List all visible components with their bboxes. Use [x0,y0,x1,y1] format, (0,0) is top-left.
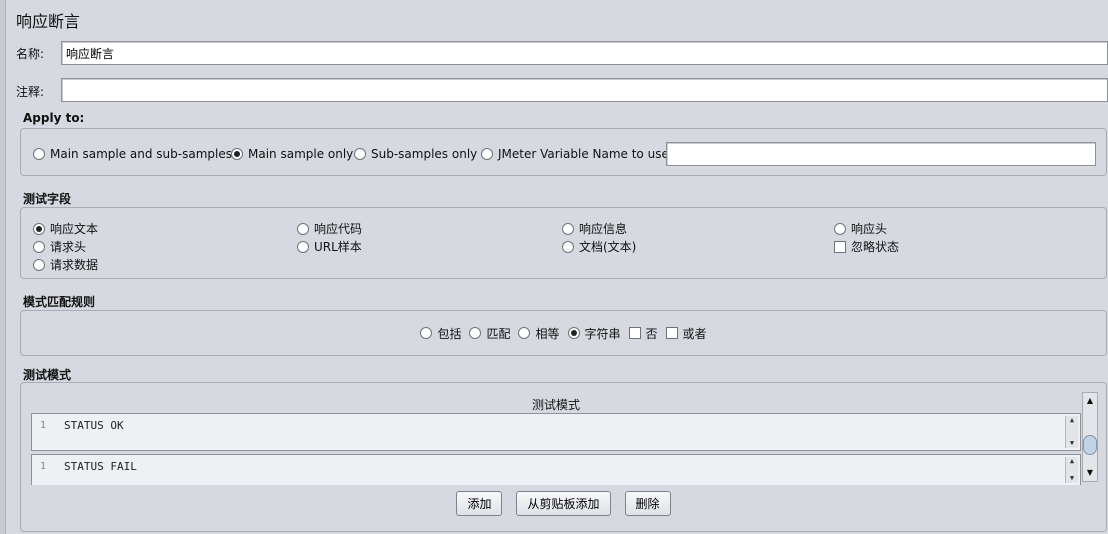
test-field-document-text[interactable]: 文档(文本) [562,238,636,255]
option-label: Sub-samples only [371,147,478,161]
add-from-clipboard-button[interactable]: 从剪贴板添加 [516,491,611,516]
option-label: 请求数据 [50,258,99,272]
match-matches[interactable]: 匹配 [469,325,510,342]
comment-input[interactable] [61,78,1108,102]
test-field-response-headers[interactable]: 响应头 [834,220,887,237]
option-label: 响应代码 [314,222,363,236]
row-scrollbar[interactable]: ▲ ▼ [1065,416,1078,448]
match-substring[interactable]: 字符串 [567,325,621,342]
option-label: 匹配 [486,326,511,341]
radio-icon[interactable] [518,327,531,339]
comment-label: 注释: [16,85,45,99]
match-equals[interactable]: 相等 [518,325,560,342]
name-label: 名称: [16,47,45,61]
match-rule-options: 包括 匹配 相等 字符串 否 或者 [21,311,1106,355]
option-label: 包括 [437,326,462,341]
test-field-response-text[interactable]: 响应文本 [33,220,98,237]
option-label: JMeter Variable Name to use [498,147,669,161]
scroll-down-icon[interactable]: ▼ [1066,439,1078,448]
apply-jmeter-variable-option[interactable]: JMeter Variable Name to use [481,147,669,161]
patterns-column-header: 测试模式 [531,398,580,412]
option-label: 否 [645,326,658,341]
option-label: 相等 [535,326,560,341]
pattern-text[interactable]: STATUS FAIL [64,460,137,473]
name-input[interactable] [61,41,1108,65]
checkbox-icon[interactable] [834,240,846,253]
option-label: Main sample and sub-samples [50,147,232,161]
test-field-request-headers[interactable]: 请求头 [33,238,86,255]
add-button[interactable]: 添加 [456,491,503,516]
option-label: 文档(文本) [579,240,637,254]
apply-main-only-option[interactable]: Main sample only [231,147,353,161]
radio-selected-icon[interactable] [567,327,580,339]
test-field-response-code[interactable]: 响应代码 [297,220,362,237]
scroll-up-icon[interactable]: ▲ [1066,457,1078,466]
match-rule-group: 包括 匹配 相等 字符串 否 或者 [20,310,1107,356]
option-label: URL样本 [314,240,362,254]
patterns-title: 测试模式 [23,368,72,382]
match-or[interactable]: 或者 [665,325,707,342]
test-field-title: 测试字段 [23,192,72,206]
match-not[interactable]: 否 [628,325,658,342]
checkbox-icon[interactable] [665,327,678,339]
pattern-row-editor[interactable]: 1 STATUS FAIL ▲ ▼ [31,454,1081,485]
radio-selected-icon[interactable] [231,148,243,160]
line-number: 1 [40,420,47,431]
option-label: 响应文本 [50,222,99,236]
radio-icon[interactable] [562,240,574,253]
test-field-group: 响应文本 响应代码 响应信息 响应头 请求头 URL样本 文档(文本) 忽略状态… [20,207,1107,279]
test-field-ignore-status[interactable]: 忽略状态 [834,238,899,255]
option-label: Main sample only [248,147,354,161]
radio-icon[interactable] [481,148,493,160]
option-label: 字符串 [584,326,621,341]
scroll-thumb[interactable] [1083,435,1097,455]
apply-to-group: Main sample and sub-samples Main sample … [20,128,1107,176]
radio-icon[interactable] [297,240,309,253]
option-label: 请求头 [50,240,87,254]
scroll-down-icon[interactable]: ▼ [1066,474,1078,483]
radio-icon[interactable] [420,327,433,339]
radio-icon[interactable] [354,148,366,160]
radio-icon[interactable] [834,222,846,235]
pattern-row-editor[interactable]: 1 STATUS OK ▲ ▼ [31,413,1081,451]
patterns-group: 测试模式 1 STATUS OK ▲ ▼ 1 STATUS FAIL ▲ ▼ 添… [20,382,1107,532]
option-label: 或者 [682,326,707,341]
window-edge [0,0,6,534]
panel-title: 响应断言 [16,12,81,31]
radio-icon[interactable] [33,240,45,253]
radio-icon[interactable] [562,222,574,235]
test-field-response-message[interactable]: 响应信息 [562,220,627,237]
scroll-up-icon[interactable]: ▲ [1084,395,1096,407]
test-field-url-sampled[interactable]: URL样本 [297,238,362,255]
scroll-down-icon[interactable]: ▼ [1084,467,1096,479]
apply-sub-only-option[interactable]: Sub-samples only [354,147,477,161]
checkbox-icon[interactable] [628,327,641,339]
radio-icon[interactable] [33,148,45,160]
row-scrollbar[interactable]: ▲ ▼ [1065,457,1078,483]
line-number: 1 [40,461,47,472]
option-label: 忽略状态 [851,240,900,254]
match-contains[interactable]: 包括 [420,325,461,342]
delete-button[interactable]: 删除 [624,491,671,516]
test-field-request-data[interactable]: 请求数据 [33,256,98,273]
option-label: 响应信息 [579,222,628,236]
match-rule-title: 模式匹配规则 [23,295,96,309]
radio-icon[interactable] [469,327,482,339]
radio-icon[interactable] [33,258,45,271]
option-label: 响应头 [851,222,888,236]
patterns-vertical-scrollbar[interactable]: ▲ ▼ [1082,392,1098,482]
jmeter-variable-input[interactable] [666,142,1096,166]
patterns-button-bar: 添加 从剪贴板添加 删除 [21,491,1106,516]
radio-icon[interactable] [297,222,309,235]
apply-main-and-sub-option[interactable]: Main sample and sub-samples [33,147,232,161]
scroll-up-icon[interactable]: ▲ [1066,416,1078,425]
radio-selected-icon[interactable] [33,222,45,235]
apply-to-title: Apply to: [23,111,85,125]
pattern-text[interactable]: STATUS OK [64,419,124,432]
